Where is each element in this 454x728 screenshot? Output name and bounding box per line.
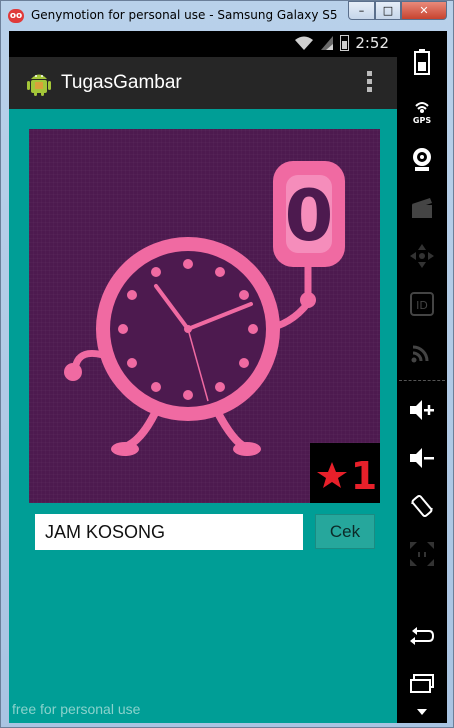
rss-icon xyxy=(405,335,439,369)
volume-down-icon[interactable] xyxy=(405,441,439,475)
answer-input[interactable] xyxy=(35,514,303,550)
recent-apps-icon[interactable] xyxy=(405,667,439,701)
window-title: Genymotion for personal use - Samsung Ga… xyxy=(31,8,341,22)
score-number: 1 xyxy=(351,454,377,498)
expand-panel-icon[interactable] xyxy=(417,709,427,717)
back-icon[interactable] xyxy=(405,619,439,653)
rotate-icon[interactable] xyxy=(405,489,439,523)
svg-text:GPS: GPS xyxy=(413,116,431,125)
close-button[interactable]: ✕ xyxy=(401,1,447,20)
gps-icon[interactable]: GPS xyxy=(405,95,439,129)
dpad-icon xyxy=(405,239,439,273)
cek-button[interactable]: Cek xyxy=(315,514,375,549)
volume-up-icon[interactable] xyxy=(405,393,439,427)
wifi-icon xyxy=(295,36,314,50)
window-titlebar[interactable]: oo Genymotion for personal use - Samsung… xyxy=(1,1,454,31)
minimize-button[interactable]: – xyxy=(348,1,375,20)
app-title: TugasGambar xyxy=(61,72,182,93)
battery-widget-icon[interactable] xyxy=(405,45,439,79)
svg-text:ID: ID xyxy=(416,299,428,312)
emulator-side-panel: GPS ID xyxy=(397,31,447,723)
maximize-button[interactable]: □ xyxy=(375,1,401,20)
star-icon xyxy=(317,462,347,488)
score-badge: 1 xyxy=(310,443,380,503)
id-icon: ID xyxy=(405,287,439,321)
battery-icon xyxy=(340,35,350,51)
sign-number: 0 xyxy=(285,175,334,257)
status-bar: 2:52 xyxy=(9,31,397,57)
emulator-window: oo Genymotion for personal use - Samsung… xyxy=(0,0,454,728)
android-app-icon[interactable] xyxy=(25,69,53,97)
webcam-icon[interactable] xyxy=(405,143,439,177)
watermark-text: free for personal use xyxy=(12,701,141,717)
action-bar: TugasGambar xyxy=(9,57,397,109)
status-time: 2:52 xyxy=(355,34,389,52)
side-panel-divider xyxy=(399,380,445,381)
overflow-menu-icon[interactable] xyxy=(367,71,373,92)
scale-icon xyxy=(405,537,439,571)
device-screen: 2:52 TugasGambar 0 1 JAM KOSONG Cek free… xyxy=(9,31,397,723)
puzzle-image: 0 1 xyxy=(29,129,380,503)
genymotion-logo-icon: oo xyxy=(8,9,24,23)
signal-icon xyxy=(321,36,334,50)
clapper-icon xyxy=(405,191,439,225)
